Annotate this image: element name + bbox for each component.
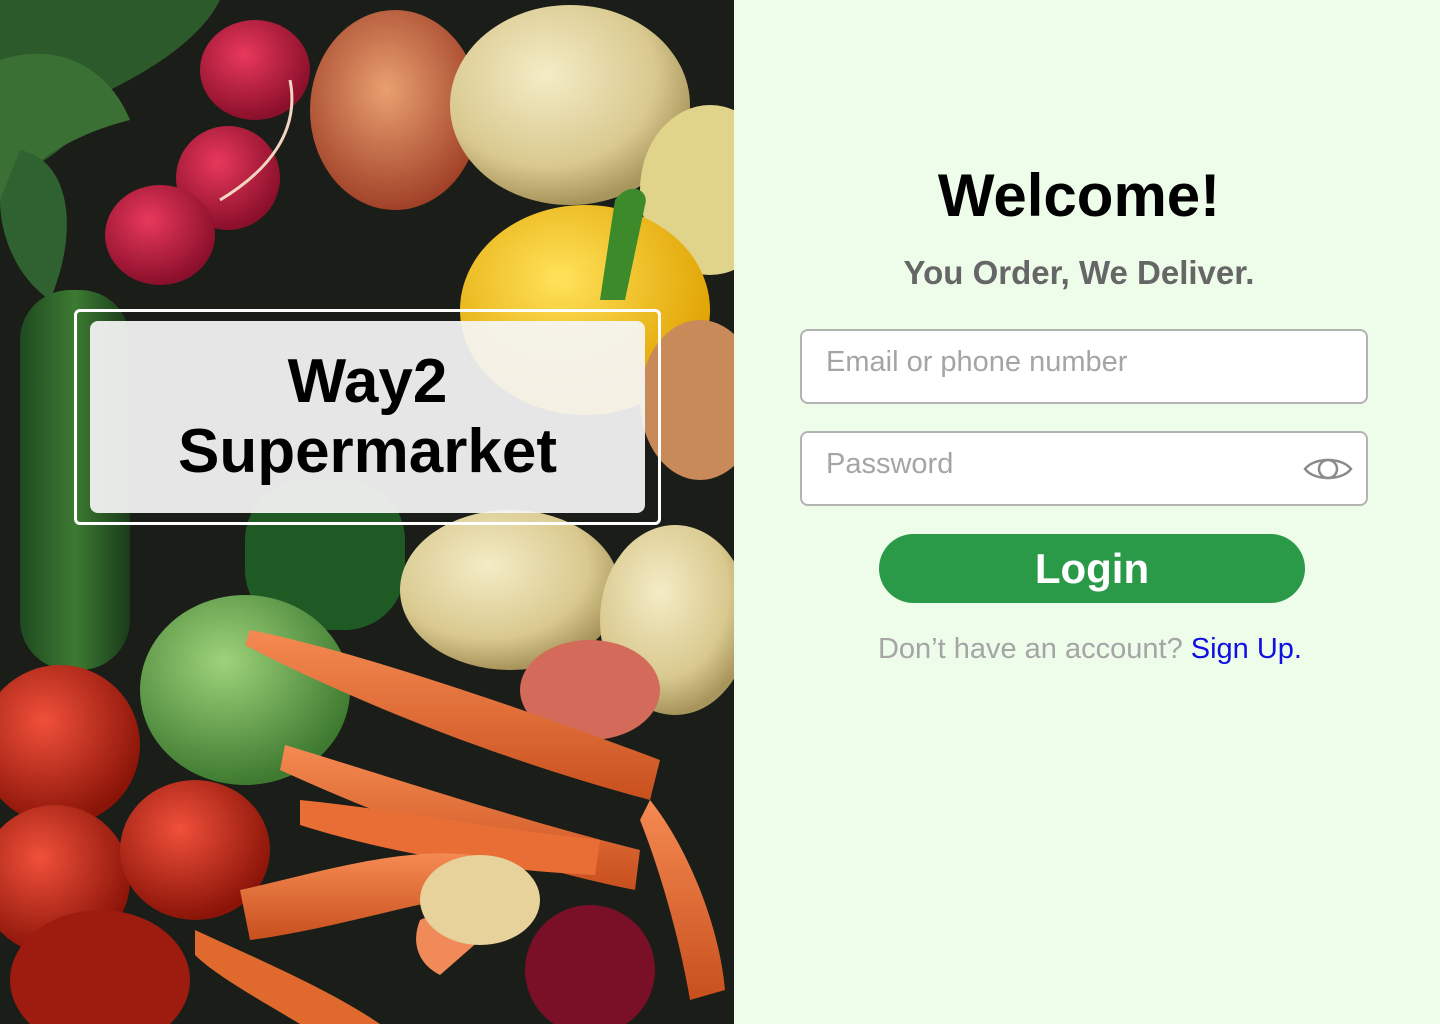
signup-prompt: Don’t have an account? <box>877 633 1191 665</box>
email-field[interactable] <box>802 331 1366 402</box>
brand-name-line1: Way2 <box>287 347 448 416</box>
signup-link[interactable]: Sign Up. <box>1191 633 1302 665</box>
signup-row: Don’t have an account? Sign Up. <box>734 630 1440 668</box>
tagline: You Order, We Deliver. <box>903 254 1255 291</box>
login-panel: Welcome! You Order, We Deliver. Login Do… <box>734 0 1440 1024</box>
brand-name-line2: Supermarket <box>177 417 558 486</box>
password-field[interactable] <box>802 433 1366 504</box>
brand-card: Way2 Supermarket <box>90 321 645 513</box>
eye-icon[interactable] <box>1302 451 1354 487</box>
password-field-container <box>800 431 1368 506</box>
email-field-container <box>800 329 1368 404</box>
page-title: Welcome! <box>937 162 1221 229</box>
login-button[interactable]: Login <box>879 534 1305 603</box>
